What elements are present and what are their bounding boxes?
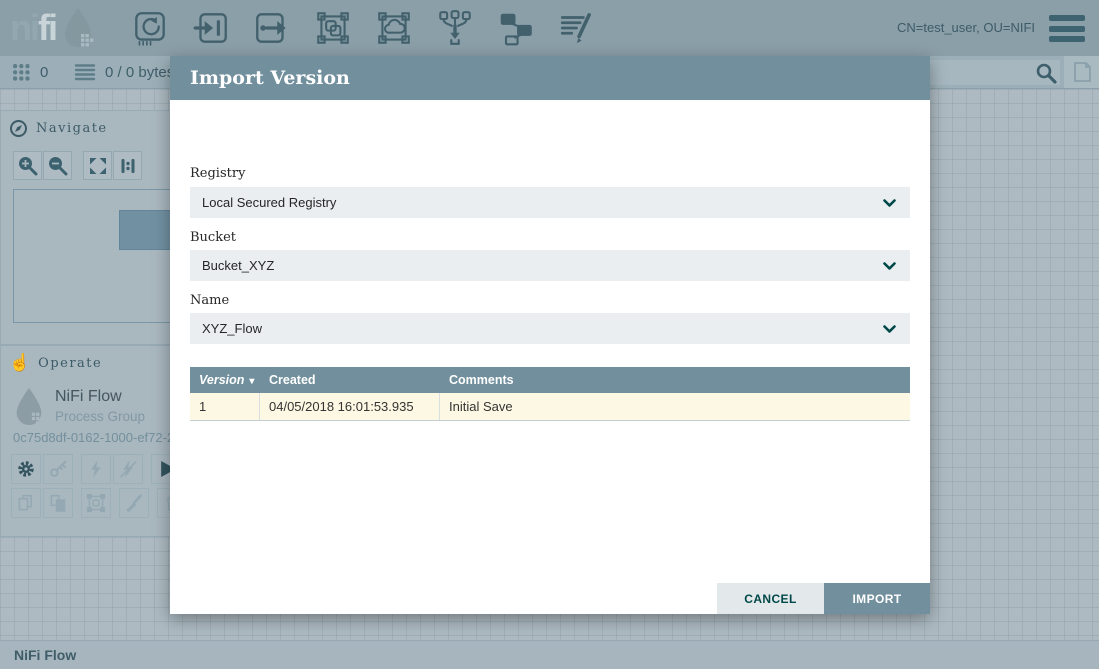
registry-label: Registry xyxy=(190,166,245,181)
disable-button[interactable] xyxy=(113,454,143,484)
name-combo-value: XYZ_Flow xyxy=(202,321,883,336)
enable-button[interactable] xyxy=(81,454,111,484)
bucket-combo-value: Bucket_XYZ xyxy=(202,258,883,273)
versions-table-header: Version ▾ Created Comments xyxy=(190,367,910,393)
column-header-version[interactable]: Version ▾ xyxy=(190,367,260,393)
compass-icon xyxy=(9,119,28,138)
selected-flow-name: NiFi Flow xyxy=(55,388,145,406)
versions-table: Version ▾ Created Comments 1 04/05/2018 … xyxy=(190,367,910,421)
operate-flow-card: NiFi Flow Process Group xyxy=(11,384,145,430)
queued-list-icon xyxy=(74,63,96,81)
hand-pointer-icon: ☝ xyxy=(9,354,30,372)
color-button[interactable] xyxy=(119,488,149,518)
zoom-in-button[interactable] xyxy=(13,151,42,180)
name-combo[interactable]: XYZ_Flow xyxy=(190,313,910,344)
dialog-buttons: CANCEL IMPORT xyxy=(717,583,930,614)
copy-button[interactable] xyxy=(11,488,41,518)
version-cell: 1 xyxy=(190,393,260,420)
app-header: nifi xyxy=(0,0,1099,56)
chevron-down-icon xyxy=(883,199,896,207)
dialog-title: Import Version xyxy=(190,67,350,89)
column-header-comments[interactable]: Comments xyxy=(440,367,910,393)
cancel-button[interactable]: CANCEL xyxy=(717,583,824,614)
comments-cell: Initial Save xyxy=(440,393,910,420)
nifi-logo-text: nifi xyxy=(10,6,56,50)
component-toolbar xyxy=(130,8,618,48)
created-cell: 04/05/2018 16:01:53.935 xyxy=(260,393,440,420)
breadcrumb: NiFi Flow xyxy=(0,640,1099,669)
output-port-icon[interactable] xyxy=(252,8,292,48)
operate-buttons-row1 xyxy=(11,454,181,484)
operate-buttons-row2 xyxy=(11,488,187,518)
zoom-out-button[interactable] xyxy=(43,151,72,180)
threads-grid-icon xyxy=(12,63,31,82)
import-button[interactable]: IMPORT xyxy=(824,583,930,614)
input-port-icon[interactable] xyxy=(191,8,231,48)
breadcrumb-item-root[interactable]: NiFi Flow xyxy=(14,647,76,663)
sort-desc-icon: ▾ xyxy=(249,376,254,387)
name-label: Name xyxy=(190,293,229,308)
dialog-body: Registry Local Secured Registry Bucket B… xyxy=(170,100,930,614)
chevron-down-icon xyxy=(883,325,896,333)
nifi-logo: nifi xyxy=(10,6,98,50)
template-icon[interactable] xyxy=(496,8,536,48)
global-menu-button[interactable] xyxy=(1049,15,1085,42)
bucket-combo[interactable]: Bucket_XYZ xyxy=(190,250,910,281)
current-user: CN=test_user, OU=NIFI xyxy=(897,20,1035,35)
zoom-fit-button[interactable] xyxy=(83,151,112,180)
version-row[interactable]: 1 04/05/2018 16:01:53.935 Initial Save xyxy=(190,393,910,420)
paste-button[interactable] xyxy=(43,488,73,518)
operate-title: Operate xyxy=(38,356,102,371)
column-header-created[interactable]: Created xyxy=(260,367,440,393)
selected-flow-uuid: 0c75d8df-0162-1000-ef72-2ec xyxy=(13,430,188,445)
search-icon[interactable] xyxy=(1034,61,1060,85)
dialog-header: Import Version xyxy=(170,56,930,100)
configure-button[interactable] xyxy=(11,454,41,484)
label-icon[interactable] xyxy=(557,8,597,48)
queued-count: 0 / 0 bytes xyxy=(105,64,174,81)
group-button[interactable] xyxy=(81,488,111,518)
queued-stat: 0 / 0 bytes xyxy=(74,56,174,88)
chevron-down-icon xyxy=(883,262,896,270)
remote-process-group-icon[interactable] xyxy=(374,8,414,48)
selected-flow-type: Process Group xyxy=(55,409,145,424)
bucket-label: Bucket xyxy=(190,230,236,245)
process-group-icon[interactable] xyxy=(313,8,353,48)
funnel-icon[interactable] xyxy=(435,8,475,48)
navigate-title: Navigate xyxy=(36,121,108,136)
import-version-dialog: Import Version Registry Local Secured Re… xyxy=(170,56,930,614)
bulletin-board-button[interactable] xyxy=(1064,56,1099,88)
nifi-drop-icon xyxy=(58,6,98,50)
navigate-buttons xyxy=(13,151,142,180)
access-policies-button[interactable] xyxy=(43,454,73,484)
registry-combo[interactable]: Local Secured Registry xyxy=(190,187,910,218)
active-threads-stat: 0 xyxy=(12,56,48,88)
zoom-actual-button[interactable] xyxy=(113,151,142,180)
active-threads-count: 0 xyxy=(40,64,48,81)
flow-drop-icon xyxy=(11,384,47,430)
registry-combo-value: Local Secured Registry xyxy=(202,195,883,210)
processor-icon[interactable] xyxy=(130,8,170,48)
